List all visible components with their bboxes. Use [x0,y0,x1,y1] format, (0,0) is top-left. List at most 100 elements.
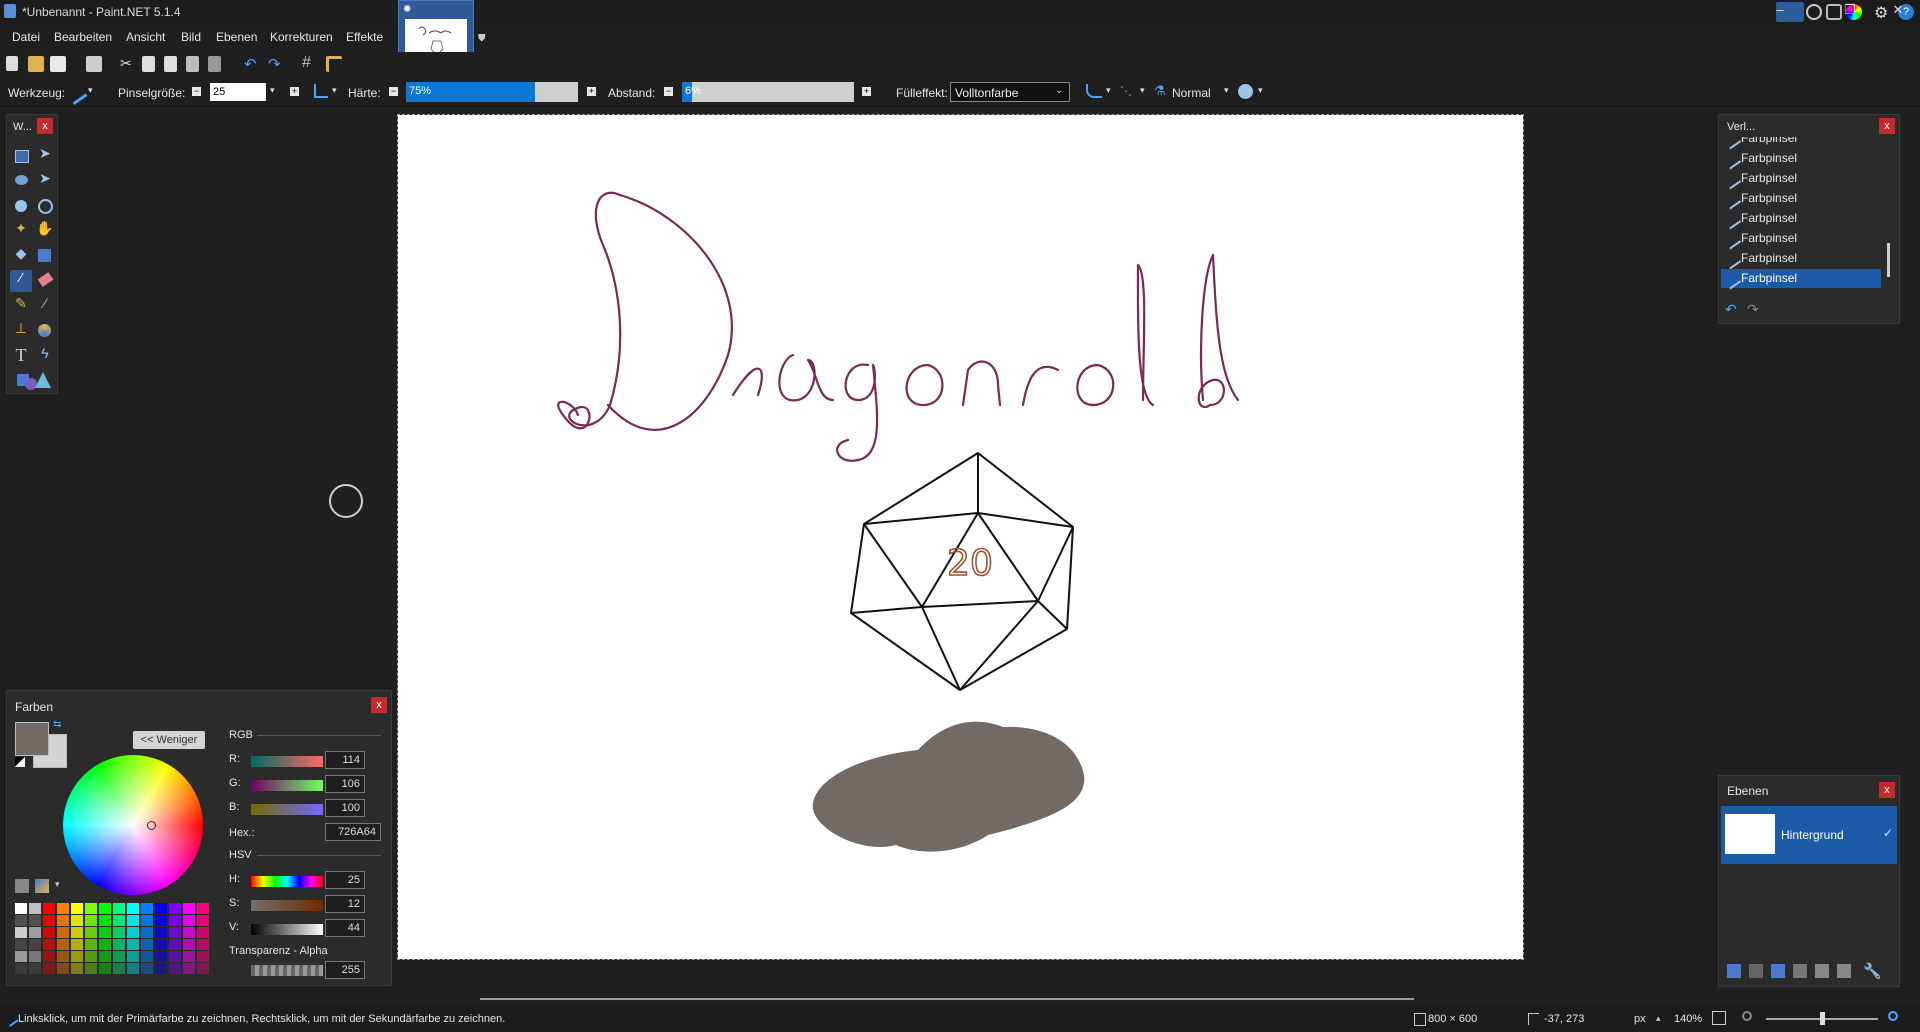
alpha-mode-icon[interactable]: ⋱ [1120,84,1132,98]
palette-menu-icon[interactable] [35,879,49,893]
pinsel-increase-button[interactable]: + [290,87,299,96]
hex-field[interactable]: 726A64 [325,823,381,841]
print-icon[interactable] [86,56,102,72]
palette-swatch[interactable] [57,927,69,938]
history-icon[interactable] [1806,4,1822,20]
menu-bild[interactable]: Bild [181,30,201,44]
palette-swatch[interactable] [197,903,209,914]
palette-swatch[interactable] [169,903,181,914]
palette-swatch[interactable] [127,927,139,938]
v-slider[interactable] [251,924,323,935]
undo-icon[interactable]: ↶ [244,55,257,73]
blend-mode-icon[interactable]: ⚗ [1154,83,1166,99]
palette-swatch[interactable] [155,951,167,962]
layer-visible-checkbox[interactable]: ✓ [1883,826,1893,840]
ruler-icon[interactable] [326,56,342,72]
palette-swatch[interactable] [127,915,139,926]
move-selection-tool-icon[interactable]: ➤ [34,170,56,192]
palette-swatch[interactable] [155,903,167,914]
palette-dropdown-icon[interactable]: ▾ [55,879,60,890]
palette-swatch[interactable] [127,963,139,974]
history-item[interactable]: Farbpinsel [1721,269,1881,290]
canvas[interactable]: 20 [397,114,1524,960]
zoom-tool-icon[interactable] [34,195,56,217]
tool-dropdown-icon[interactable]: ▾ [88,85,93,96]
move-layer-up-icon[interactable] [1815,964,1829,978]
palette-swatch[interactable] [29,915,41,926]
history-item[interactable]: Farbpinsel [1721,137,1881,150]
palette-swatch[interactable] [57,903,69,914]
palette-swatch[interactable] [15,951,27,962]
open-file-icon[interactable] [28,56,44,72]
swap-colors-icon[interactable]: ⇆ [53,719,61,730]
palette-swatch[interactable] [197,915,209,926]
palette-swatch[interactable] [155,927,167,938]
palette-swatch[interactable] [85,927,97,938]
palette-swatch[interactable] [113,915,125,926]
s-slider[interactable] [251,900,323,911]
palette-swatch[interactable] [183,963,195,974]
close-button[interactable]: ✕ [1878,0,1918,20]
move-selected-tool-icon[interactable]: ➤ [34,145,56,167]
magic-wand-tool-icon[interactable]: ✦ [10,220,32,242]
palette-swatch[interactable] [141,915,153,926]
palette-swatch[interactable] [183,951,195,962]
h-value-field[interactable]: 25 [325,871,365,889]
palette-swatch[interactable] [113,939,125,950]
palette-swatch[interactable] [169,927,181,938]
sampling-dropdown-icon[interactable]: ▾ [1258,85,1263,96]
palette-swatch[interactable] [29,927,41,938]
palette-swatch[interactable] [71,951,83,962]
color-picker-tool-icon[interactable]: ⁄ [34,295,56,317]
palette-swatch[interactable] [71,927,83,938]
lasso-select-tool-icon[interactable] [10,170,32,192]
palette-swatch[interactable] [141,939,153,950]
history-item[interactable]: Farbpinsel [1721,249,1881,270]
colors-panel-close-button[interactable]: x [371,697,387,713]
history-item[interactable]: Farbpinsel [1721,209,1881,230]
blending-dropdown-icon[interactable]: ▾ [1106,85,1111,96]
zoom-slider-thumb[interactable] [1820,1012,1825,1025]
palette-swatch[interactable] [85,963,97,974]
text-tool-icon[interactable]: T [10,345,32,367]
color-wheel[interactable] [63,755,203,895]
color-palette[interactable] [15,903,211,977]
maximize-button[interactable]: ❐ [1830,0,1870,20]
palette-swatch[interactable] [57,939,69,950]
pinsel-decrease-button[interactable]: − [192,87,201,96]
palette-swatch[interactable] [169,963,181,974]
eraser-tool-icon[interactable] [34,270,56,292]
s-value-field[interactable]: 12 [325,895,365,913]
palette-swatch[interactable] [71,963,83,974]
menu-ansicht[interactable]: Ansicht [126,30,165,44]
palette-swatch[interactable] [85,915,97,926]
menu-datei[interactable]: Datei [12,30,40,44]
palette-swatch[interactable] [15,939,27,950]
copy-icon[interactable] [142,56,155,72]
palette-swatch[interactable] [29,939,41,950]
palette-swatch[interactable] [183,927,195,938]
zoom-fit-icon[interactable] [1712,1011,1726,1025]
abstand-increase-button[interactable]: + [862,87,871,96]
palette-swatch[interactable] [43,963,55,974]
palette-swatch[interactable] [71,939,83,950]
antialias-dropdown-icon[interactable]: ▾ [332,85,337,96]
palette-swatch[interactable] [71,915,83,926]
palette-swatch[interactable] [43,915,55,926]
palette-swatch[interactable] [127,951,139,962]
palette-swatch[interactable] [183,939,195,950]
haerte-decrease-button[interactable]: − [389,87,398,96]
paintbrush-tool-icon[interactable]: ⁄ [10,270,32,292]
duplicate-layer-icon[interactable] [1771,964,1785,978]
alpha-value-field[interactable]: 255 [325,961,365,979]
horizontal-scrollbar[interactable] [480,998,1414,1000]
palette-swatch[interactable] [85,903,97,914]
palette-swatch[interactable] [29,963,41,974]
palette-swatch[interactable] [183,915,195,926]
palette-swatch[interactable] [99,903,111,914]
haerte-increase-button[interactable]: + [587,87,596,96]
menu-ebenen[interactable]: Ebenen [216,30,257,44]
r-value-field[interactable]: 114 [325,751,365,769]
fuell-select[interactable]: Volltonfarbe ⌄ [950,82,1070,102]
cut-icon[interactable]: ✂ [120,55,132,72]
